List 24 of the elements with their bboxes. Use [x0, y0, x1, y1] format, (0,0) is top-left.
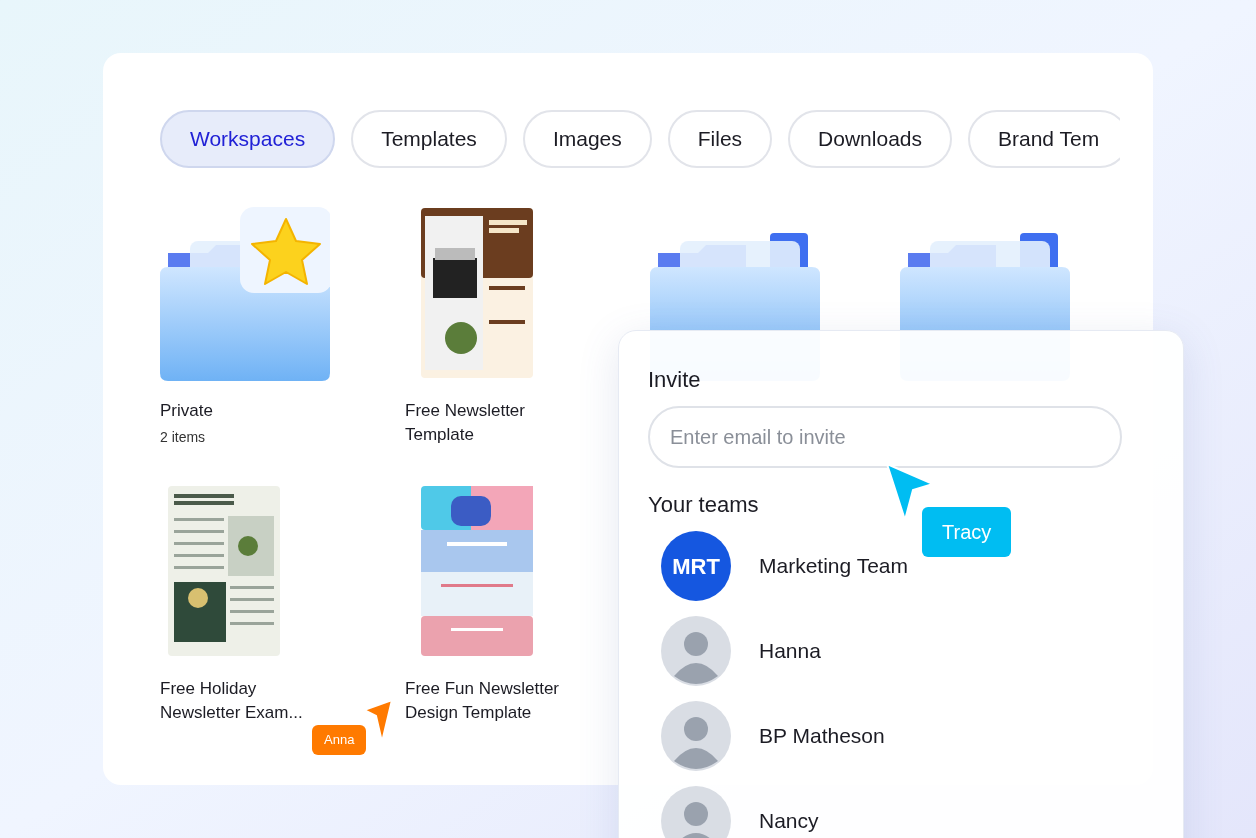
- team-avatar: MRT: [661, 531, 731, 601]
- tab[interactable]: Workspaces: [160, 110, 336, 168]
- email-input-field[interactable]: Enter email to invite: [648, 406, 1122, 468]
- avatar-silhouette-icon: [661, 786, 731, 838]
- item-title: Free Newsletter Template: [405, 400, 526, 446]
- tab[interactable]: Brand Tem: [968, 110, 1120, 168]
- member-name[interactable]: Marketing Team: [759, 550, 908, 582]
- member-name[interactable]: BP Matheson: [759, 720, 885, 752]
- avatar-silhouette-icon: [661, 616, 731, 686]
- member-name[interactable]: Nancy: [759, 805, 819, 837]
- item-title: Free Holiday Newsletter Exam...: [160, 678, 304, 724]
- item-count: 2 items: [160, 428, 206, 447]
- tab[interactable]: Templates: [351, 110, 507, 168]
- item-title: Private: [160, 400, 214, 422]
- cursor-name-label: Tracy: [922, 507, 1012, 557]
- item-title: Free Fun Newsletter Design Template: [405, 678, 560, 724]
- tab[interactable]: Images: [522, 110, 652, 168]
- cursor-name-label: Anna: [312, 725, 367, 755]
- member-name[interactable]: Hanna: [759, 635, 821, 667]
- tab[interactable]: Files: [667, 110, 773, 168]
- invite-heading: Invite: [648, 366, 702, 394]
- teams-heading: Your teams: [648, 491, 760, 519]
- tab[interactable]: Downloads: [788, 110, 952, 168]
- avatar-silhouette-icon: [661, 701, 731, 771]
